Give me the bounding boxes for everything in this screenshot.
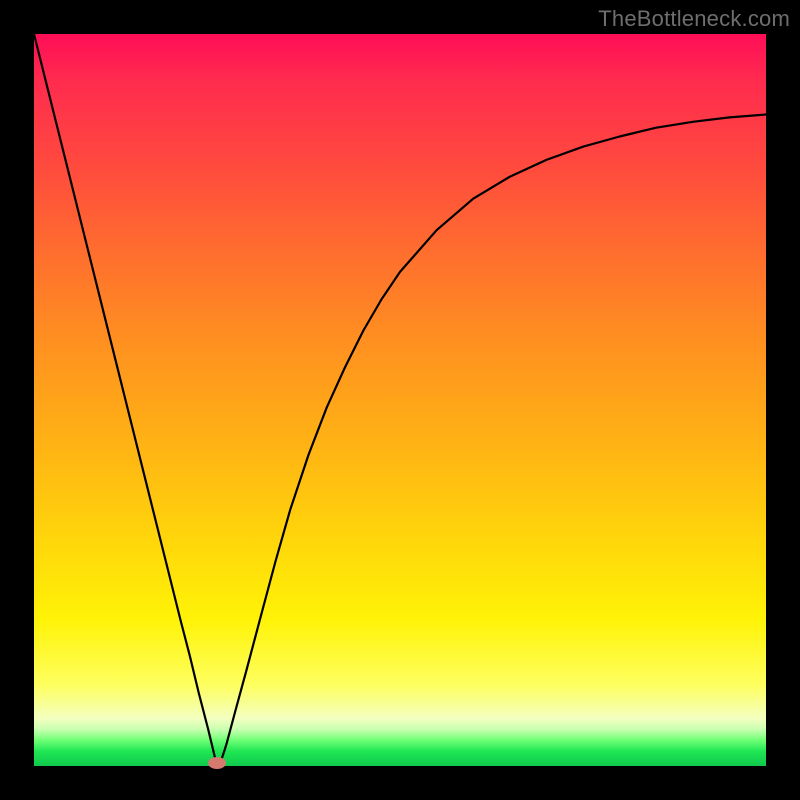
- chart-frame: TheBottleneck.com: [0, 0, 800, 800]
- bottleneck-curve: [34, 34, 766, 766]
- min-marker: [208, 757, 226, 769]
- plot-area: [34, 34, 766, 766]
- watermark-text: TheBottleneck.com: [598, 6, 790, 32]
